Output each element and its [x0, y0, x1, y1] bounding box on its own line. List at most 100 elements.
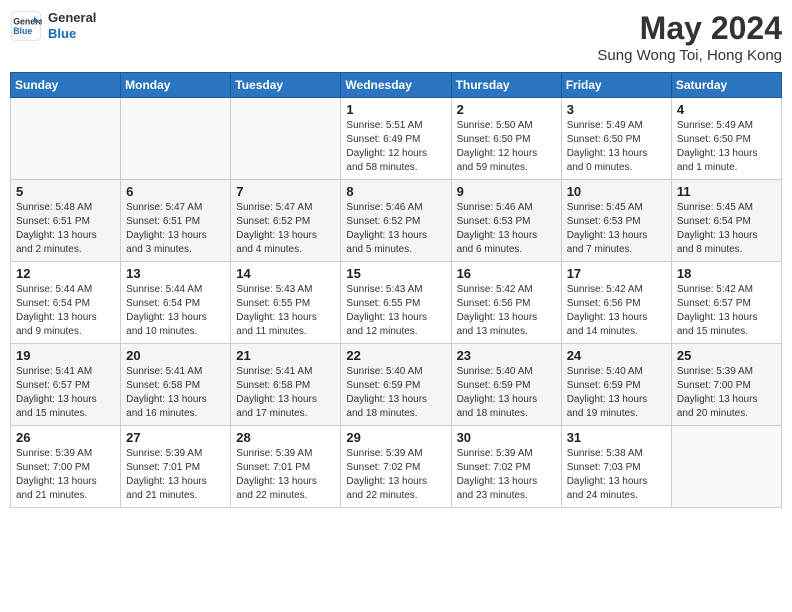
calendar: SundayMondayTuesdayWednesdayThursdayFrid… — [10, 72, 782, 508]
cell-info: Sunrise: 5:40 AM Sunset: 6:59 PM Dayligh… — [457, 365, 556, 421]
day-number: 17 — [567, 266, 666, 281]
calendar-cell: 18 Sunrise: 5:42 AM Sunset: 6:57 PM Dayli… — [671, 262, 781, 344]
calendar-cell: 28 Sunrise: 5:39 AM Sunset: 7:01 PM Dayli… — [231, 426, 341, 508]
weekday-header-saturday: Saturday — [671, 73, 781, 98]
cell-info: Sunrise: 5:47 AM Sunset: 6:52 PM Dayligh… — [236, 201, 335, 257]
calendar-cell: 27Sunrise: 5:39 AM Sunset: 7:01 PM Dayli… — [121, 426, 231, 508]
day-number: 6 — [126, 184, 225, 199]
calendar-cell: 6 Sunrise: 5:47 AM Sunset: 6:51 PM Daylig… — [121, 180, 231, 262]
calendar-cell — [671, 426, 781, 508]
cell-info: Sunrise: 5:44 AM Sunset: 6:54 PM Dayligh… — [126, 283, 225, 339]
title-block: May 2024 Sung Wong Toi, Hong Kong — [597, 10, 782, 64]
day-number: 10 — [567, 184, 666, 199]
cell-info: Sunrise: 5:39 AM Sunset: 7:00 PM Dayligh… — [677, 365, 776, 421]
day-number: 8 — [346, 184, 445, 199]
weekday-header-tuesday: Tuesday — [231, 73, 341, 98]
cell-info: Sunrise: 5:42 AM Sunset: 6:57 PM Dayligh… — [677, 283, 776, 339]
day-number: 30 — [457, 430, 556, 445]
day-number: 18 — [677, 266, 776, 281]
day-number: 22 — [346, 348, 445, 363]
calendar-cell: 7 Sunrise: 5:47 AM Sunset: 6:52 PM Daylig… — [231, 180, 341, 262]
location: Sung Wong Toi, Hong Kong — [597, 47, 782, 64]
cell-info: Sunrise: 5:41 AM Sunset: 6:58 PM Dayligh… — [236, 365, 335, 421]
weekday-header-sunday: Sunday — [11, 73, 121, 98]
day-number: 26 — [16, 430, 115, 445]
calendar-cell: 14Sunrise: 5:43 AM Sunset: 6:55 PM Dayli… — [231, 262, 341, 344]
calendar-cell — [121, 98, 231, 180]
cell-info: Sunrise: 5:42 AM Sunset: 6:56 PM Dayligh… — [567, 283, 666, 339]
logo-icon: General Blue — [10, 10, 42, 42]
calendar-cell: 31Sunrise: 5:38 AM Sunset: 7:03 PM Dayli… — [561, 426, 671, 508]
cell-info: Sunrise: 5:40 AM Sunset: 6:59 PM Dayligh… — [567, 365, 666, 421]
weekday-header-row: SundayMondayTuesdayWednesdayThursdayFrid… — [11, 73, 782, 98]
calendar-cell: 15 Sunrise: 5:43 AM Sunset: 6:55 PM Dayli… — [341, 262, 451, 344]
weekday-header-thursday: Thursday — [451, 73, 561, 98]
week-row-4: 19Sunrise: 5:41 AM Sunset: 6:57 PM Dayli… — [11, 344, 782, 426]
logo: General Blue General Blue — [10, 10, 96, 42]
cell-info: Sunrise: 5:49 AM Sunset: 6:50 PM Dayligh… — [567, 119, 666, 175]
calendar-cell: 3 Sunrise: 5:49 AM Sunset: 6:50 PM Daylig… — [561, 98, 671, 180]
calendar-cell: 21 Sunrise: 5:41 AM Sunset: 6:58 PM Dayli… — [231, 344, 341, 426]
month-year: May 2024 — [597, 10, 782, 47]
calendar-cell: 24 Sunrise: 5:40 AM Sunset: 6:59 PM Dayli… — [561, 344, 671, 426]
logo-text: General Blue — [48, 10, 96, 41]
cell-info: Sunrise: 5:46 AM Sunset: 6:53 PM Dayligh… — [457, 201, 556, 257]
day-number: 12 — [16, 266, 115, 281]
calendar-cell: 29 Sunrise: 5:39 AM Sunset: 7:02 PM Dayli… — [341, 426, 451, 508]
cell-info: Sunrise: 5:50 AM Sunset: 6:50 PM Dayligh… — [457, 119, 556, 175]
calendar-cell: 9Sunrise: 5:46 AM Sunset: 6:53 PM Daylig… — [451, 180, 561, 262]
calendar-cell: 30Sunrise: 5:39 AM Sunset: 7:02 PM Dayli… — [451, 426, 561, 508]
cell-info: Sunrise: 5:41 AM Sunset: 6:58 PM Dayligh… — [126, 365, 225, 421]
day-number: 7 — [236, 184, 335, 199]
calendar-cell: 22Sunrise: 5:40 AM Sunset: 6:59 PM Dayli… — [341, 344, 451, 426]
day-number: 20 — [126, 348, 225, 363]
day-number: 19 — [16, 348, 115, 363]
day-number: 31 — [567, 430, 666, 445]
weekday-header-wednesday: Wednesday — [341, 73, 451, 98]
cell-info: Sunrise: 5:44 AM Sunset: 6:54 PM Dayligh… — [16, 283, 115, 339]
cell-info: Sunrise: 5:48 AM Sunset: 6:51 PM Dayligh… — [16, 201, 115, 257]
calendar-cell: 2Sunrise: 5:50 AM Sunset: 6:50 PM Daylig… — [451, 98, 561, 180]
calendar-cell: 26Sunrise: 5:39 AM Sunset: 7:00 PM Dayli… — [11, 426, 121, 508]
cell-info: Sunrise: 5:45 AM Sunset: 6:54 PM Dayligh… — [677, 201, 776, 257]
calendar-cell: 1Sunrise: 5:51 AM Sunset: 6:49 PM Daylig… — [341, 98, 451, 180]
cell-info: Sunrise: 5:39 AM Sunset: 7:01 PM Dayligh… — [236, 447, 335, 503]
cell-info: Sunrise: 5:46 AM Sunset: 6:52 PM Dayligh… — [346, 201, 445, 257]
day-number: 24 — [567, 348, 666, 363]
day-number: 23 — [457, 348, 556, 363]
calendar-cell — [11, 98, 121, 180]
cell-info: Sunrise: 5:47 AM Sunset: 6:51 PM Dayligh… — [126, 201, 225, 257]
day-number: 28 — [236, 430, 335, 445]
week-row-3: 12 Sunrise: 5:44 AM Sunset: 6:54 PM Dayli… — [11, 262, 782, 344]
week-row-5: 26Sunrise: 5:39 AM Sunset: 7:00 PM Dayli… — [11, 426, 782, 508]
calendar-cell: 25Sunrise: 5:39 AM Sunset: 7:00 PM Dayli… — [671, 344, 781, 426]
calendar-cell: 16Sunrise: 5:42 AM Sunset: 6:56 PM Dayli… — [451, 262, 561, 344]
page-header: General Blue General Blue May 2024 Sung … — [10, 10, 782, 64]
day-number: 29 — [346, 430, 445, 445]
cell-info: Sunrise: 5:43 AM Sunset: 6:55 PM Dayligh… — [346, 283, 445, 339]
week-row-1: 1Sunrise: 5:51 AM Sunset: 6:49 PM Daylig… — [11, 98, 782, 180]
day-number: 15 — [346, 266, 445, 281]
calendar-cell: 19Sunrise: 5:41 AM Sunset: 6:57 PM Dayli… — [11, 344, 121, 426]
cell-info: Sunrise: 5:39 AM Sunset: 7:02 PM Dayligh… — [346, 447, 445, 503]
calendar-cell: 10 Sunrise: 5:45 AM Sunset: 6:53 PM Dayli… — [561, 180, 671, 262]
day-number: 1 — [346, 102, 445, 117]
calendar-cell: 17 Sunrise: 5:42 AM Sunset: 6:56 PM Dayli… — [561, 262, 671, 344]
day-number: 3 — [567, 102, 666, 117]
day-number: 11 — [677, 184, 776, 199]
day-number: 21 — [236, 348, 335, 363]
calendar-cell — [231, 98, 341, 180]
calendar-cell: 8 Sunrise: 5:46 AM Sunset: 6:52 PM Daylig… — [341, 180, 451, 262]
day-number: 13 — [126, 266, 225, 281]
cell-info: Sunrise: 5:45 AM Sunset: 6:53 PM Dayligh… — [567, 201, 666, 257]
weekday-header-friday: Friday — [561, 73, 671, 98]
cell-info: Sunrise: 5:39 AM Sunset: 7:01 PM Dayligh… — [126, 447, 225, 503]
calendar-cell: 12 Sunrise: 5:44 AM Sunset: 6:54 PM Dayli… — [11, 262, 121, 344]
day-number: 5 — [16, 184, 115, 199]
calendar-cell: 20 Sunrise: 5:41 AM Sunset: 6:58 PM Dayli… — [121, 344, 231, 426]
day-number: 16 — [457, 266, 556, 281]
calendar-cell: 23 Sunrise: 5:40 AM Sunset: 6:59 PM Dayli… — [451, 344, 561, 426]
calendar-cell: 4Sunrise: 5:49 AM Sunset: 6:50 PM Daylig… — [671, 98, 781, 180]
weekday-header-monday: Monday — [121, 73, 231, 98]
week-row-2: 5 Sunrise: 5:48 AM Sunset: 6:51 PM Daylig… — [11, 180, 782, 262]
